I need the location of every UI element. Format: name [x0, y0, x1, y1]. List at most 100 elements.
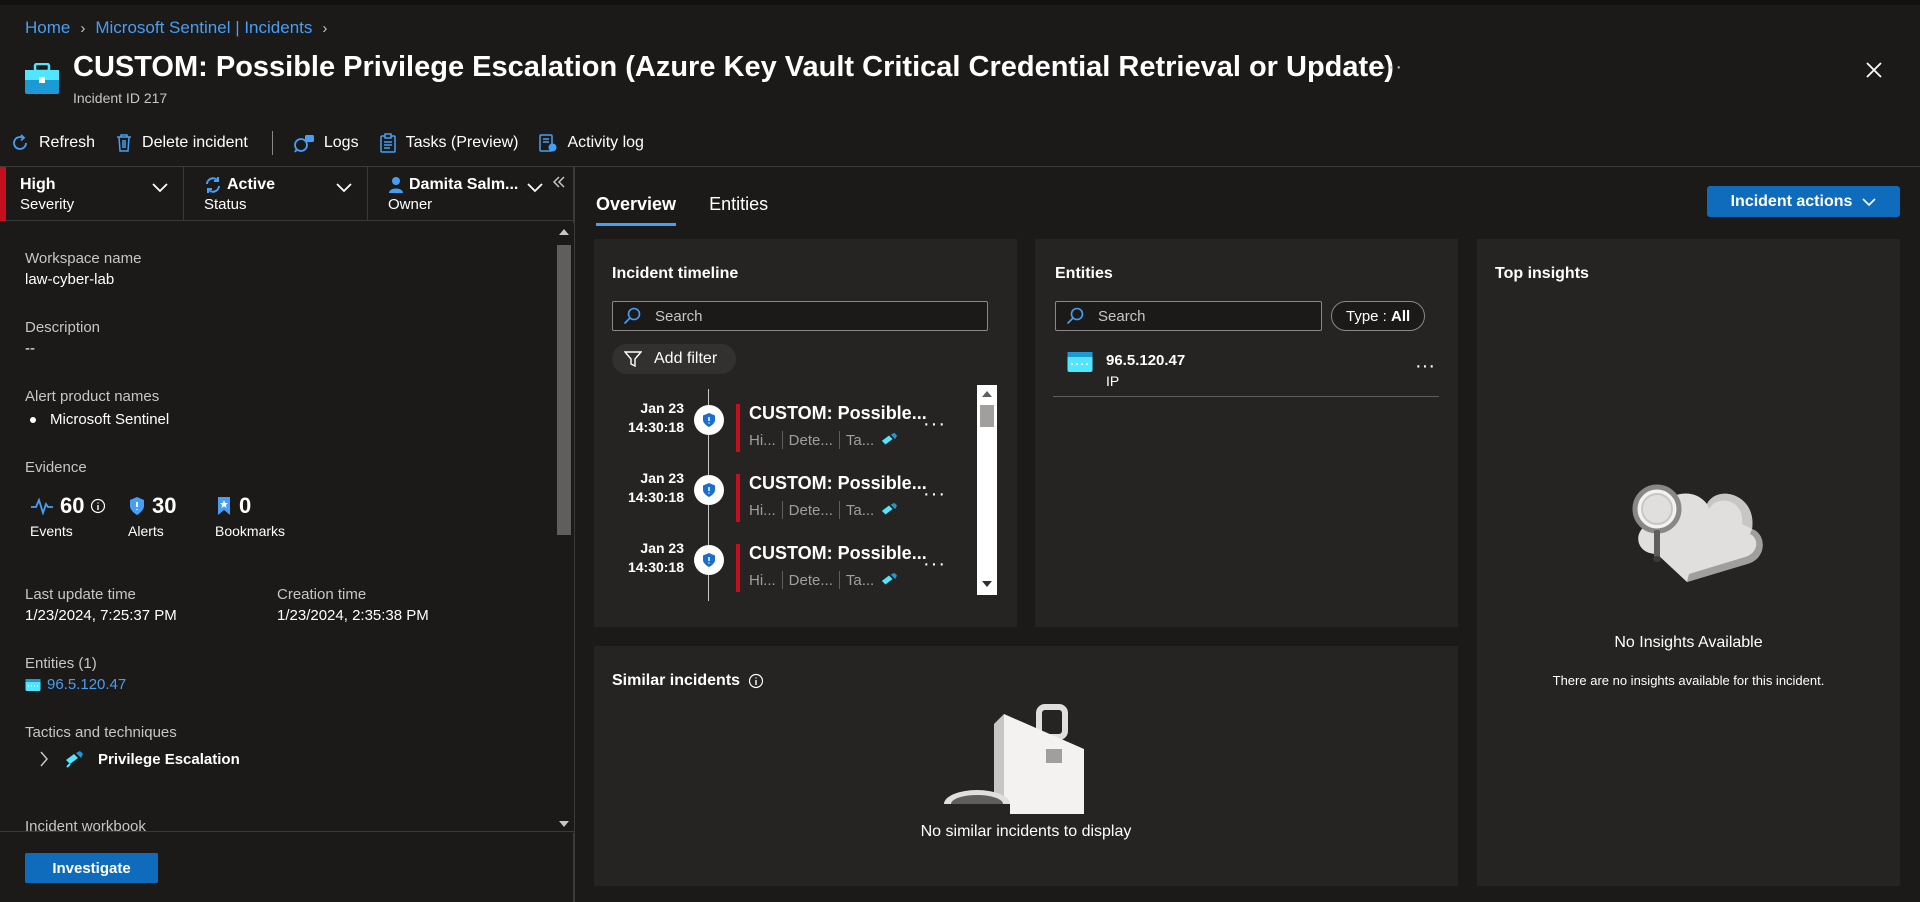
timeline-tactic: Ta...: [845, 501, 875, 519]
info-icon[interactable]: [90, 498, 106, 514]
refresh-label: Refresh: [39, 134, 96, 151]
workspace-value: law-cyber-lab: [25, 271, 115, 288]
activity-log-button[interactable]: Activity log: [538, 133, 644, 153]
delete-incident-button[interactable]: Delete incident: [115, 133, 248, 153]
bookmarks-count: 0: [239, 493, 252, 518]
timeline-severity: Hi...: [749, 571, 776, 589]
details-scrollbar[interactable]: [554, 223, 574, 833]
entities-search[interactable]: [1055, 301, 1322, 331]
timeline-title: Incident timeline: [612, 265, 739, 282]
timeline-date: Jan 23: [640, 470, 684, 486]
entity-type: IP: [1106, 373, 1120, 389]
briefcase-icon: [24, 63, 60, 95]
timeline-scrollbar[interactable]: [977, 385, 997, 595]
scroll-up-arrow[interactable]: [982, 391, 992, 397]
status-dropdown[interactable]: Active Status: [184, 167, 368, 221]
top-insights-title: Top insights: [1495, 265, 1589, 282]
chevron-down-icon: [527, 183, 543, 193]
status-row: High Severity Active Status Damita Salm.…: [0, 167, 575, 221]
severity-dropdown[interactable]: High Severity: [0, 167, 184, 221]
sync-icon: [206, 177, 220, 193]
page-title: CUSTOM: Possible Privilege Escalation (A…: [73, 51, 1394, 83]
chevron-right-icon: ›: [80, 19, 86, 37]
tab-overview[interactable]: Overview: [596, 194, 677, 226]
investigate-button[interactable]: Investigate: [25, 853, 158, 883]
refresh-button[interactable]: Refresh: [10, 133, 95, 153]
pulse-icon: [31, 497, 53, 515]
workbook-label: Incident workbook: [25, 818, 146, 831]
status-label: Status: [204, 196, 247, 213]
search-icon: [623, 307, 641, 325]
scroll-down-arrow[interactable]: [559, 821, 569, 827]
trash-icon: [117, 134, 132, 152]
incident-id: Incident ID 217: [73, 90, 168, 106]
more-options-icon[interactable]: ···: [923, 413, 946, 436]
timeline-date: Jan 23: [640, 400, 684, 416]
creation-value: 1/23/2024, 2:35:38 PM: [277, 607, 429, 624]
tactic-value: Privilege Escalation: [98, 750, 240, 768]
more-options-icon[interactable]: ···: [1415, 355, 1435, 378]
logs-label: Logs: [323, 134, 359, 151]
ip-address-icon: [25, 678, 41, 691]
severity-label: Severity: [20, 196, 75, 213]
chevron-down-icon: [336, 183, 352, 193]
timeline-item[interactable]: Jan 23 14:30:18 CUSTOM: Possible... Hi...…: [612, 399, 972, 459]
close-button[interactable]: [1862, 58, 1886, 82]
breadcrumb-incidents[interactable]: Microsoft Sentinel | Incidents: [95, 18, 312, 38]
incident-actions-button[interactable]: Incident actions: [1707, 186, 1900, 217]
tab-entities[interactable]: Entities: [709, 194, 768, 226]
timeline-date: Jan 23: [640, 540, 684, 556]
more-options-icon[interactable]: ···: [923, 483, 946, 506]
bookmark-icon: [218, 497, 230, 515]
tactic-row[interactable]: Privilege Escalation: [38, 749, 240, 769]
tab-bar: Overview Entities: [596, 194, 768, 226]
more-options-icon[interactable]: ···: [1380, 56, 1403, 79]
description-label: Description: [25, 319, 101, 336]
activity-log-label: Activity log: [567, 134, 644, 151]
tactic-icon: [882, 502, 898, 515]
type-filter-pill[interactable]: Type : All: [1331, 301, 1426, 331]
refresh-icon: [13, 134, 27, 150]
toolbar: Refresh Delete incident Logs Tasks (Prev…: [0, 130, 664, 156]
entities-search-input[interactable]: [1098, 307, 1298, 325]
breadcrumb-home[interactable]: Home: [25, 18, 70, 38]
scroll-down-arrow[interactable]: [982, 581, 992, 587]
delete-incident-label: Delete incident: [142, 134, 248, 151]
events-label: Events: [30, 523, 73, 539]
entity-link[interactable]: 96.5.120.47: [25, 676, 126, 693]
creation-label: Creation time: [277, 586, 367, 603]
info-icon[interactable]: [748, 673, 764, 689]
severity-indicator: [736, 404, 740, 452]
scroll-up-arrow[interactable]: [559, 229, 569, 235]
scroll-thumb[interactable]: [980, 405, 994, 427]
more-options-icon[interactable]: ···: [923, 553, 946, 576]
footer-divider: [0, 831, 575, 832]
entity-list-item[interactable]: 96.5.120.47 IP ···: [1053, 349, 1439, 397]
bookmarks-evidence[interactable]: 0 Bookmarks: [215, 493, 285, 539]
search-icon: [1066, 307, 1084, 325]
alert-shield-icon: [694, 545, 724, 575]
owner-dropdown[interactable]: Damita Salm... Owner: [368, 167, 544, 221]
timeline-item[interactable]: Jan 23 14:30:18 CUSTOM: Possible... Hi...…: [612, 539, 972, 599]
entity-ip-value: 96.5.120.47: [47, 676, 127, 693]
tasks-button[interactable]: Tasks (Preview): [379, 133, 518, 153]
alerts-evidence[interactable]: 30 Alerts: [128, 493, 176, 539]
bookmarks-label: Bookmarks: [215, 523, 286, 539]
scroll-thumb[interactable]: [557, 245, 571, 535]
timeline-item[interactable]: Jan 23 14:30:18 CUSTOM: Possible... Hi...…: [612, 469, 972, 529]
breadcrumb: Home › Microsoft Sentinel | Incidents ›: [25, 18, 327, 38]
add-filter-button[interactable]: Add filter: [612, 344, 736, 374]
chevron-down-icon: [152, 183, 168, 193]
events-evidence[interactable]: 60 Events: [30, 493, 106, 539]
person-icon: [389, 177, 403, 193]
entities-card: Entities Type : All 96.5.120.47 IP ···: [1035, 239, 1458, 627]
timeline-severity: Hi...: [749, 431, 776, 449]
type-filter-prefix: Type :: [1346, 307, 1387, 325]
filter-icon: [624, 351, 642, 368]
logs-button[interactable]: Logs: [293, 133, 359, 153]
last-update-label: Last update time: [25, 586, 136, 603]
evidence-row: 60 Events 30 Alerts 0 Bookmarks: [30, 493, 430, 553]
timeline-search[interactable]: [612, 301, 988, 331]
collapse-panel-button[interactable]: [552, 175, 566, 189]
timeline-search-input[interactable]: [655, 307, 875, 325]
